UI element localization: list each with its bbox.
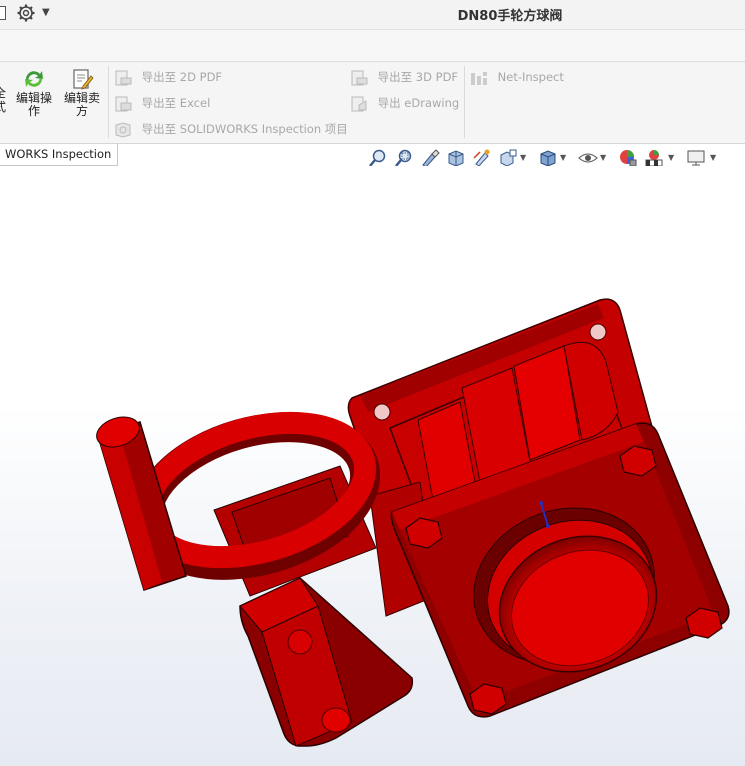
edit-appearance-icon[interactable] bbox=[618, 148, 638, 168]
export-2d-pdf-label: 导出至 2D PDF bbox=[141, 70, 223, 84]
excel-icon bbox=[115, 96, 132, 111]
edit-operation-icon bbox=[25, 71, 43, 87]
display-style-icon[interactable] bbox=[538, 148, 558, 168]
dynamic-annotation-icon[interactable] bbox=[472, 148, 492, 168]
export-3d-pdf-button[interactable]: 导出至 3D PDF bbox=[350, 68, 458, 86]
edit-operation-label-2: 作 bbox=[27, 104, 40, 118]
net-inspect-icon bbox=[471, 71, 487, 85]
hide-show-dropdown-icon[interactable]: ▼ bbox=[600, 153, 606, 162]
edrawing-icon bbox=[351, 96, 367, 111]
tab-sw-inspection[interactable]: WORKS Inspection bbox=[0, 144, 119, 166]
ribbon: 全式 编辑操 作 编辑卖 方 导出至 2D PDF 导出至 Excel 导出至 … bbox=[0, 62, 745, 144]
display-style-dropdown-icon[interactable]: ▼ bbox=[560, 153, 566, 162]
ribbon-divider bbox=[464, 66, 465, 138]
net-inspect-label: Net-Inspect bbox=[497, 70, 564, 84]
net-inspect-button[interactable]: Net-Inspect bbox=[470, 68, 564, 86]
zoom-to-fit-icon[interactable] bbox=[368, 148, 388, 168]
ribbon-cut-label[interactable]: 全式 bbox=[0, 86, 6, 114]
section-view-icon[interactable] bbox=[446, 148, 466, 168]
edit-operation-button[interactable]: 编辑操 作 bbox=[12, 68, 56, 118]
edit-operation-label-1: 编辑操 bbox=[15, 91, 52, 105]
apply-scene-dropdown-icon[interactable]: ▼ bbox=[668, 153, 674, 162]
zoom-to-area-icon[interactable] bbox=[394, 148, 414, 168]
hide-show-items-icon[interactable] bbox=[578, 148, 598, 168]
export-excel-label: 导出至 Excel bbox=[141, 96, 211, 110]
edit-vendor-icon bbox=[73, 69, 94, 90]
edit-vendor-label-2: 方 bbox=[75, 104, 88, 118]
export-sw-inspection-label: 导出至 SOLIDWORKS Inspection 项目 bbox=[141, 122, 348, 136]
view-settings-dropdown-icon[interactable]: ▼ bbox=[710, 153, 716, 162]
window-title: DN80手轮方球阀 bbox=[457, 9, 563, 24]
export-edrawing-label: 导出 eDrawing bbox=[377, 96, 460, 110]
edit-vendor-button[interactable]: 编辑卖 方 bbox=[60, 68, 104, 118]
view-settings-icon[interactable] bbox=[686, 148, 706, 168]
pdf-3d-icon bbox=[351, 70, 368, 85]
apply-scene-icon[interactable] bbox=[644, 148, 664, 168]
previous-view-icon[interactable] bbox=[420, 148, 440, 168]
command-strip bbox=[0, 30, 745, 62]
edit-vendor-label-1: 编辑卖 bbox=[63, 91, 100, 105]
inspection-project-icon bbox=[115, 121, 131, 138]
valve-3d-model[interactable] bbox=[0, 166, 745, 766]
export-sw-inspection-button[interactable]: 导出至 SOLIDWORKS Inspection 项目 bbox=[114, 120, 348, 138]
export-excel-button[interactable]: 导出至 Excel bbox=[114, 94, 210, 112]
pdf-icon bbox=[115, 70, 132, 85]
title-bar: ▼ DN80手轮方球阀 bbox=[0, 0, 745, 30]
view-orientation-icon[interactable] bbox=[498, 148, 518, 168]
export-edrawing-button[interactable]: 导出 eDrawing bbox=[350, 94, 459, 112]
export-2d-pdf-button[interactable]: 导出至 2D PDF bbox=[114, 68, 222, 86]
graphics-area[interactable] bbox=[0, 166, 745, 766]
view-orientation-dropdown-icon[interactable]: ▼ bbox=[520, 153, 526, 162]
export-3d-pdf-label: 导出至 3D PDF bbox=[377, 70, 459, 84]
ribbon-divider bbox=[108, 66, 109, 138]
